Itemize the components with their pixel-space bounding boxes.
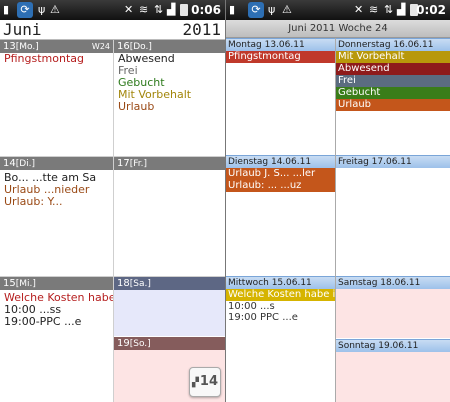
signal-icon: ▟ xyxy=(397,3,406,16)
week-day-sunday[interactable]: Sonntag 19.06.11 xyxy=(336,339,450,402)
day-header: Samstag 18.06.11 xyxy=(336,276,450,289)
event[interactable]: Urlaub ...nieder xyxy=(0,184,113,196)
day-cell-14[interactable]: 14[Di.] Bo... ...tte am Sa Urlaub ...nie… xyxy=(0,157,113,276)
day-header: 14[Di.] xyxy=(0,157,113,170)
day-weekday: [Mi.] xyxy=(15,279,36,289)
day-header: Mittwoch 15.06.11 xyxy=(226,276,335,289)
usb-icon: ψ xyxy=(38,3,46,16)
day-cell-13[interactable]: 13[Mo.] W24 Pfingstmontag xyxy=(0,40,113,156)
day-cell-17[interactable]: 17[Fr.] xyxy=(114,157,225,276)
event[interactable]: Frei xyxy=(336,75,450,87)
day-number: 13 xyxy=(3,41,16,52)
usb-debug-icon: ⚠ xyxy=(50,3,60,16)
day-number: 16 xyxy=(117,41,130,52)
event[interactable]: Mit Vorbehalt xyxy=(114,89,225,101)
event[interactable]: Urlaub: Y... xyxy=(0,196,113,208)
status-bar: ▮ ⟳ ψ ⚠ ✕ ≋ ⇅ ▟ 0:06 xyxy=(0,0,225,20)
month-view-screen: ▮ ⟳ ψ ⚠ ✕ ≋ ⇅ ▟ 0:06 Juni 2011 13[Mo.] W… xyxy=(0,0,225,402)
battery-icon xyxy=(180,4,188,16)
mute-icon: ✕ xyxy=(124,3,134,16)
event[interactable]: Abwesend xyxy=(336,63,450,75)
status-bar: ▮ ⟳ ψ ⚠ ✕ ≋ ⇅ ▟ 0:02 xyxy=(226,0,450,20)
week-day-saturday[interactable]: Samstag 18.06.11 xyxy=(336,276,450,338)
event[interactable]: Welche Kosten habe i xyxy=(0,292,113,304)
day-header: Donnerstag 16.06.11 xyxy=(336,38,450,51)
event[interactable]: Bo... ...tte am Sa xyxy=(0,172,113,184)
day-weekday: [Fr.] xyxy=(129,159,148,169)
day-header: Montag 13.06.11 xyxy=(226,38,335,51)
event[interactable]: Pfingstmontag xyxy=(226,51,335,63)
calendar-today-icon: ▞ xyxy=(191,378,199,388)
day-header: 15[Mi.] xyxy=(0,277,113,290)
day-number: 18 xyxy=(117,278,130,289)
usb-debug-icon: ⚠ xyxy=(282,3,292,16)
event[interactable]: 10:00 ...ss xyxy=(0,304,113,316)
today-button[interactable]: ▞14 xyxy=(189,367,221,397)
status-time: 0:02 xyxy=(416,3,446,17)
today-badge-label: 14 xyxy=(199,374,218,389)
event[interactable]: Frei xyxy=(114,65,225,77)
week-day-thursday[interactable]: Donnerstag 16.06.11 Mit Vorbehalt Abwese… xyxy=(336,38,450,154)
week-day-monday[interactable]: Montag 13.06.11 Pfingstmontag xyxy=(226,38,335,154)
day-weekday: [Sa.] xyxy=(129,279,151,289)
week-day-tuesday[interactable]: Dienstag 14.06.11 Urlaub J. S... ...ler … xyxy=(226,155,335,275)
day-number: 19 xyxy=(117,338,130,349)
sync-icon: ⇅ xyxy=(384,3,394,16)
day-header: 17[Fr.] xyxy=(114,157,225,170)
event[interactable]: Pfingstmontag xyxy=(0,53,113,65)
week-day-friday[interactable]: Freitag 17.06.11 xyxy=(336,155,450,275)
day-header: Freitag 17.06.11 xyxy=(336,155,450,168)
week-day-wednesday[interactable]: Mittwoch 15.06.11 Welche Kosten habe ich… xyxy=(226,276,335,402)
day-cell-19[interactable]: 19[So.] ▞14 xyxy=(114,337,225,402)
month-header[interactable]: Juni 2011 xyxy=(0,20,225,40)
day-cell-16[interactable]: 16[Do.] Abwesend Frei Gebucht Mit Vorbeh… xyxy=(114,40,225,156)
event[interactable]: Urlaub: ... ...uz xyxy=(226,180,335,192)
status-time: 0:06 xyxy=(191,3,221,17)
event[interactable]: Abwesend xyxy=(114,53,225,65)
week-header[interactable]: Juni 2011 Woche 24 xyxy=(226,20,450,38)
day-number: 17 xyxy=(117,158,130,169)
event[interactable]: Gebucht xyxy=(114,77,225,89)
signal-icon: ▟ xyxy=(167,3,176,16)
day-header: Sonntag 19.06.11 xyxy=(336,339,450,352)
day-number: 15 xyxy=(3,278,16,289)
event[interactable]: 19:00-PPC ...e xyxy=(0,316,113,328)
week-number: W24 xyxy=(91,42,110,51)
day-number: 14 xyxy=(3,158,16,169)
day-cell-15[interactable]: 15[Mi.] Welche Kosten habe i 10:00 ...ss… xyxy=(0,277,113,402)
day-header: 16[Do.] xyxy=(114,40,225,53)
notification-dark-icon: ▮ xyxy=(229,3,236,16)
week-view-screen: ▮ ⟳ ψ ⚠ ✕ ≋ ⇅ ▟ 0:02 Juni 2011 Woche 24 … xyxy=(226,0,450,402)
event[interactable]: Urlaub xyxy=(336,99,450,111)
event[interactable]: Urlaub J. S... ...ler xyxy=(226,168,335,180)
wifi-icon: ≋ xyxy=(139,3,149,16)
calendar-app-icon: ⟳ xyxy=(248,2,264,18)
calendar-app-icon: ⟳ xyxy=(17,2,33,18)
event[interactable]: 10:00 ...s xyxy=(226,301,335,312)
event[interactable]: Welche Kosten habe ich xyxy=(226,289,335,301)
event[interactable]: 19:00 PPC ...e xyxy=(226,312,335,323)
notification-dark-icon: ▮ xyxy=(3,3,10,16)
month-title: Juni xyxy=(3,20,42,39)
event[interactable]: Mit Vorbehalt xyxy=(336,51,450,63)
day-header: 19[So.] xyxy=(114,337,225,350)
day-weekday: [Do.] xyxy=(129,42,152,52)
sync-icon: ⇅ xyxy=(154,3,164,16)
day-weekday: [Mo.] xyxy=(15,42,39,52)
event[interactable]: Gebucht xyxy=(336,87,450,99)
wifi-icon: ≋ xyxy=(369,3,379,16)
day-weekday: [So.] xyxy=(129,339,151,349)
day-header: 18[Sa.] xyxy=(114,277,225,290)
year-title: 2011 xyxy=(182,20,221,39)
day-header: Dienstag 14.06.11 xyxy=(226,155,335,168)
usb-icon: ψ xyxy=(268,3,276,16)
event[interactable]: Urlaub xyxy=(114,101,225,113)
day-cell-18[interactable]: 18[Sa.] xyxy=(114,277,225,336)
day-weekday: [Di.] xyxy=(15,159,36,169)
mute-icon: ✕ xyxy=(354,3,364,16)
day-header: 13[Mo.] W24 xyxy=(0,40,113,53)
